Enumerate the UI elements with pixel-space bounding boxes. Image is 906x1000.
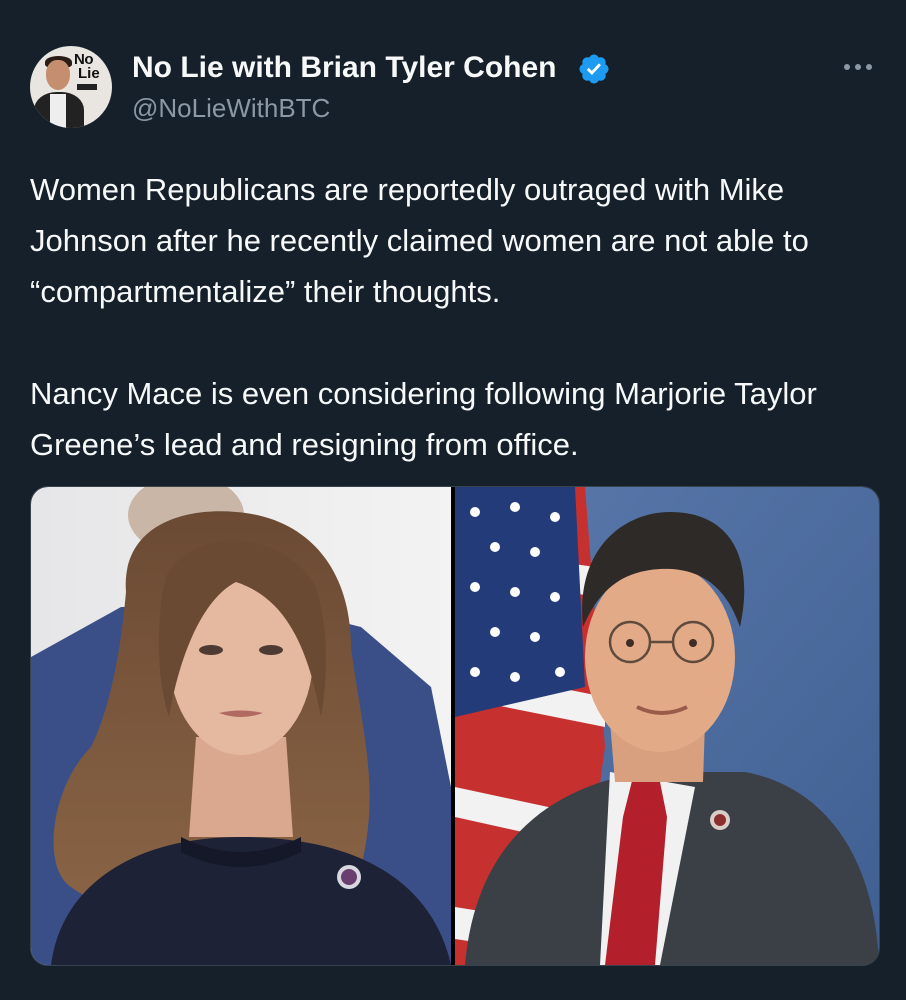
more-options-dot [855,64,861,70]
author-avatar[interactable]: No Lie [30,46,112,128]
woman-portrait-photo[interactable] [31,487,451,965]
tweet-paragraph: Nancy Mace is even considering following… [30,376,817,462]
author-handle[interactable]: @NoLieWithBTC [132,92,330,124]
more-options-icon [844,64,850,70]
tweet-media[interactable] [30,486,880,966]
avatar-logo-lie: Lie [78,65,100,82]
tweet-text: Women Republicans are reportedly outrage… [30,164,880,470]
verified-badge-icon [577,52,611,86]
tweet-card: No Lie No Lie with Brian Tyler Cohen @No… [0,0,906,1000]
more-options-button[interactable] [838,52,878,82]
avatar-person-shirt [50,94,66,128]
author-display-name[interactable]: No Lie with Brian Tyler Cohen [132,50,556,86]
more-options-dot [866,64,872,70]
tweet-paragraph: Women Republicans are reportedly outrage… [30,172,809,309]
avatar-person-head [46,60,70,90]
man-portrait-with-flag-photo[interactable] [455,487,879,965]
avatar-logo-tag [77,84,97,90]
